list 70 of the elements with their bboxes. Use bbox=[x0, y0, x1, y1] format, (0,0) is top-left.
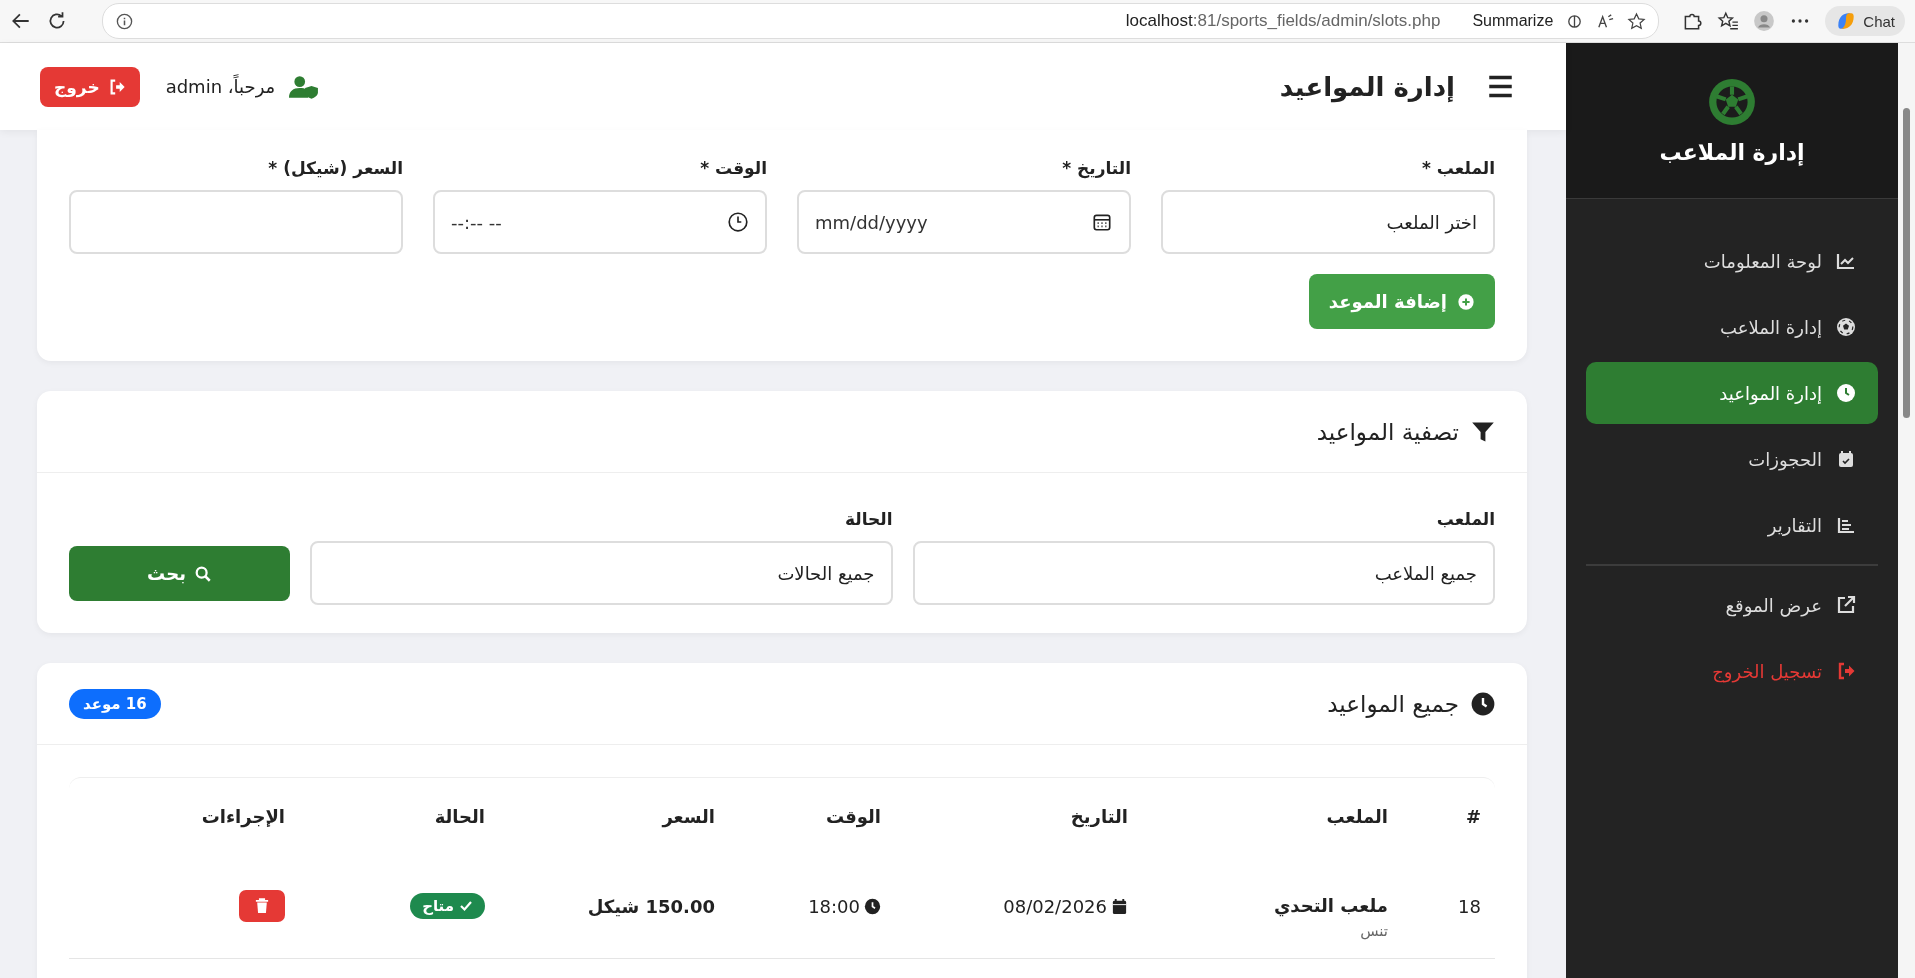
favorites-icon[interactable] bbox=[1717, 10, 1740, 32]
column-header: الإجراءات bbox=[200, 805, 286, 827]
date-text: 08/02/2026 bbox=[1003, 895, 1107, 917]
price-text: 150.00 شيكل bbox=[586, 895, 716, 917]
select-field[interactable]: جميع الحالات bbox=[310, 541, 893, 605]
plus-circle-icon bbox=[1457, 292, 1475, 311]
filter-icon bbox=[1471, 419, 1495, 444]
info-icon[interactable] bbox=[115, 11, 134, 31]
star-icon[interactable] bbox=[1627, 11, 1647, 31]
column-header: # bbox=[1464, 805, 1482, 827]
select-field[interactable]: جميع الملاعب bbox=[912, 541, 1495, 605]
clock-icon bbox=[1471, 691, 1495, 716]
external-link-icon bbox=[1836, 595, 1856, 615]
date-field[interactable]: mm/dd/yyyy bbox=[797, 190, 1131, 254]
clock-icon[interactable] bbox=[727, 211, 749, 233]
price-field[interactable] bbox=[69, 190, 403, 254]
card-title: تصفية المواعيد bbox=[1316, 418, 1459, 445]
search-icon bbox=[193, 564, 212, 583]
sign-out-icon bbox=[1836, 661, 1856, 681]
scrollbar[interactable] bbox=[1898, 43, 1915, 978]
nav-item[interactable]: إدارة الملاعب bbox=[1586, 296, 1878, 358]
field-label: الملعب bbox=[1435, 509, 1495, 529]
chat-button[interactable]: Chat bbox=[1825, 6, 1905, 36]
sidebar-title: إدارة الملاعب bbox=[1659, 140, 1805, 165]
delete-button[interactable] bbox=[239, 890, 285, 922]
field-label: السعر (شيكل) * bbox=[267, 158, 403, 178]
column-header: الملعب bbox=[1325, 805, 1389, 827]
field-label: الوقت * bbox=[699, 158, 767, 178]
field-label: التاريخ * bbox=[1061, 158, 1131, 178]
select-field[interactable]: اختر الملعب bbox=[1161, 190, 1495, 254]
time-text: 18:00 bbox=[808, 895, 860, 917]
column-header: السعر bbox=[660, 805, 716, 827]
clock-icon bbox=[864, 897, 881, 915]
calendar-icon bbox=[1111, 897, 1128, 915]
summarize-button[interactable]: Summarize bbox=[1472, 12, 1554, 30]
soccer-ball-icon bbox=[1706, 76, 1758, 128]
url-text: localhost:81/sports_fields/admin/slots.php bbox=[1125, 11, 1441, 31]
nav-item[interactable]: التقارير bbox=[1586, 494, 1878, 556]
check-icon bbox=[459, 899, 473, 913]
column-header: التاريخ bbox=[1069, 805, 1129, 827]
logout-link[interactable]: تسجيل الخروج bbox=[1586, 640, 1878, 702]
soccer-ball-icon bbox=[1836, 317, 1856, 337]
nav-item[interactable]: الحجوزات bbox=[1586, 428, 1878, 490]
sport-type: تنس bbox=[1360, 921, 1388, 940]
column-header: الحالة bbox=[433, 805, 486, 827]
profile-avatar-icon[interactable] bbox=[1753, 10, 1776, 32]
time-field[interactable]: --:-- -- bbox=[433, 190, 767, 254]
trash-icon bbox=[255, 898, 269, 914]
column-header: الوقت bbox=[824, 805, 882, 827]
welcome-text: مرحباً، admin bbox=[165, 76, 276, 97]
field-name: ملعب التحدي bbox=[1273, 894, 1388, 916]
menu-icon[interactable] bbox=[1487, 73, 1514, 100]
address-bar[interactable]: localhost:81/sports_fields/admin/slots.php Summarize bbox=[102, 3, 1660, 39]
card-title: جميع المواعيد bbox=[1327, 690, 1459, 717]
field-label: الملعب * bbox=[1421, 158, 1495, 178]
calendar-check-icon bbox=[1836, 449, 1856, 469]
table-cell-text: 18 bbox=[1457, 895, 1482, 917]
logout-button[interactable]: خروج bbox=[40, 66, 140, 107]
clock-icon bbox=[1836, 383, 1856, 403]
field-label: الحالة bbox=[843, 509, 893, 529]
search-button[interactable]: بحث bbox=[69, 546, 290, 601]
chart-icon bbox=[1836, 251, 1856, 271]
page-title: إدارة المواعيد bbox=[1279, 71, 1455, 102]
nav-item[interactable]: إدارة المواعيد bbox=[1586, 362, 1878, 424]
user-shield-icon bbox=[289, 74, 320, 99]
nav-item[interactable]: لوحة المعلومات bbox=[1586, 230, 1878, 292]
status-badge: متاح bbox=[410, 893, 485, 919]
bar-list-icon bbox=[1836, 515, 1856, 535]
nav-item[interactable]: عرض الموقع bbox=[1586, 574, 1878, 636]
count-badge: 16 موعد bbox=[69, 688, 161, 719]
